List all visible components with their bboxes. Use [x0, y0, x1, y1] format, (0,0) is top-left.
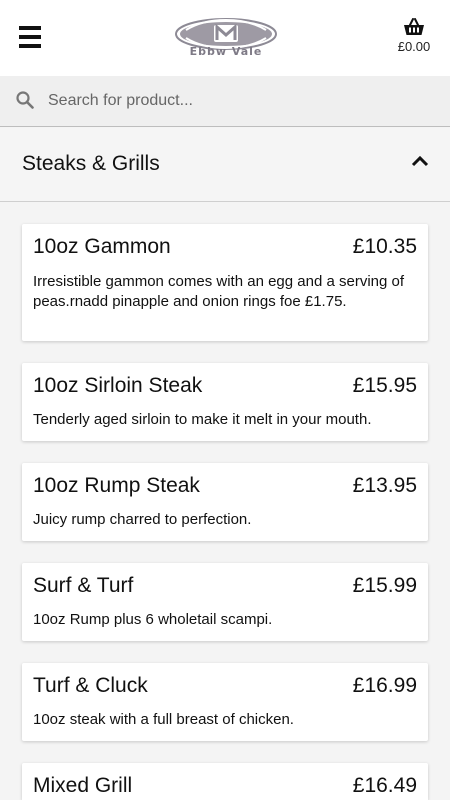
- product-name: 10oz Rump Steak: [33, 474, 200, 497]
- product-price: £16.99: [352, 674, 417, 697]
- product-name: Mixed Grill: [33, 774, 133, 797]
- basket-total: £0.00: [397, 39, 431, 54]
- hamburger-menu-button[interactable]: [19, 26, 41, 48]
- app-header: Ebbw Vale £0.00: [0, 0, 450, 76]
- product-card[interactable]: 10oz Rump Steak £13.95 Juicy rump charre…: [22, 463, 428, 541]
- search-icon: [16, 91, 34, 109]
- product-price: £16.49: [352, 774, 417, 797]
- product-card[interactable]: Turf & Cluck £16.99 10oz steak with a fu…: [22, 663, 428, 741]
- product-name: Surf & Turf: [33, 574, 134, 597]
- product-card[interactable]: Mixed Grill £16.49: [22, 763, 428, 800]
- product-price: £13.95: [352, 474, 417, 497]
- category-title: Steaks & Grills: [22, 152, 160, 175]
- product-description: Tenderly aged sirloin to make it melt in…: [33, 411, 372, 428]
- chevron-up-icon[interactable]: [411, 155, 429, 167]
- product-card[interactable]: Surf & Turf £15.99 10oz Rump plus 6 whol…: [22, 563, 428, 641]
- product-description: 10oz steak with a full breast of chicken…: [33, 711, 294, 728]
- search-bar: [0, 76, 450, 127]
- product-description: 10oz Rump plus 6 wholetail scampi.: [33, 611, 273, 628]
- product-description: Irresistible gammon comes with an egg an…: [33, 273, 405, 310]
- product-name: 10oz Sirloin Steak: [33, 374, 203, 397]
- product-card[interactable]: 10oz Gammon £10.35 Irresistible gammon c…: [22, 224, 428, 341]
- product-name: Turf & Cluck: [33, 674, 148, 697]
- product-price: £15.95: [352, 374, 417, 397]
- category-header-steaks-grills[interactable]: Steaks & Grills: [0, 128, 450, 202]
- logo-location-text: Ebbw Vale: [189, 45, 263, 58]
- search-input[interactable]: [40, 84, 440, 118]
- basket-icon: [404, 18, 424, 35]
- product-card[interactable]: 10oz Sirloin Steak £15.95 Tenderly aged …: [22, 363, 428, 441]
- product-name: 10oz Gammon: [33, 235, 171, 258]
- product-description: Juicy rump charred to perfection.: [33, 511, 252, 528]
- product-price: £10.35: [352, 235, 417, 258]
- product-price: £15.99: [352, 574, 417, 597]
- restaurant-logo[interactable]: Ebbw Vale: [172, 14, 280, 60]
- basket-button[interactable]: £0.00: [392, 18, 436, 62]
